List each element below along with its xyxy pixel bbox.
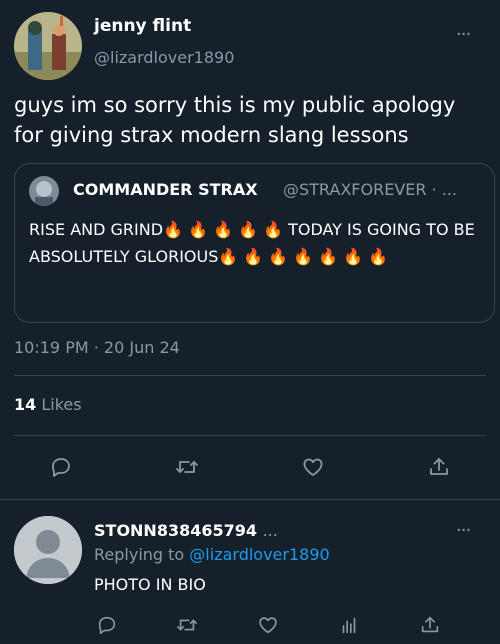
share-icon bbox=[421, 616, 439, 633]
author-name[interactable]: jenny flint bbox=[94, 16, 191, 36]
reply-share-button[interactable] bbox=[415, 610, 445, 640]
replying-to-label: Replying to bbox=[94, 545, 185, 564]
reply-reply-button[interactable] bbox=[92, 610, 122, 640]
retweet-button[interactable] bbox=[172, 452, 202, 482]
share-button[interactable] bbox=[424, 452, 454, 482]
quoted-tweet-card[interactable]: COMMANDER STRAX @STRAXFOREVER · ... RISE… bbox=[14, 163, 495, 323]
author-handle[interactable]: @lizardlover1890 bbox=[94, 48, 234, 67]
reply-author-ellipsis: ... bbox=[262, 521, 278, 540]
reply-author-name[interactable]: STONN838465794 ... bbox=[94, 521, 278, 540]
reply-button[interactable] bbox=[46, 452, 76, 482]
reply-text: PHOTO IN BIO bbox=[94, 575, 206, 594]
reply-author-name-text: STONN838465794 bbox=[94, 521, 258, 540]
likes-label: Likes bbox=[41, 395, 82, 414]
reply-icon bbox=[98, 616, 116, 635]
tweet-text: guys im so sorry this is my public apolo… bbox=[14, 93, 456, 147]
reply-avatar[interactable] bbox=[14, 516, 82, 584]
quoted-author-name: COMMANDER STRAX bbox=[73, 180, 258, 199]
quoted-tweet-text: RISE AND GRIND🔥 🔥 🔥 🔥 🔥 TODAY IS GOING T… bbox=[29, 220, 475, 266]
divider bbox=[14, 435, 486, 436]
analytics-icon bbox=[342, 617, 356, 634]
more-options-icon[interactable]: ··· bbox=[456, 24, 471, 45]
timestamp[interactable]: 10:19 PM · 20 Jun 24 bbox=[14, 338, 180, 357]
reply-like-button[interactable] bbox=[253, 610, 283, 640]
likes-count[interactable]: 14 Likes bbox=[14, 395, 82, 414]
quoted-avatar[interactable] bbox=[29, 176, 59, 206]
retweet-icon bbox=[177, 619, 197, 631]
retweet-icon bbox=[176, 461, 198, 473]
reply-retweet-button[interactable] bbox=[172, 610, 202, 640]
reply-more-options-icon[interactable]: ··· bbox=[456, 520, 471, 541]
reply-icon bbox=[52, 458, 70, 477]
divider bbox=[0, 499, 500, 500]
replying-to: Replying to @lizardlover1890 bbox=[94, 545, 330, 564]
divider bbox=[14, 375, 486, 376]
quoted-author-handle: @STRAXFOREVER · ... bbox=[283, 180, 458, 199]
replying-to-handle[interactable]: @lizardlover1890 bbox=[189, 545, 329, 564]
reply-analytics-button[interactable] bbox=[334, 610, 364, 640]
heart-icon bbox=[259, 617, 277, 634]
likes-number: 14 bbox=[14, 395, 37, 414]
heart-icon bbox=[303, 458, 323, 476]
share-icon bbox=[430, 458, 448, 475]
like-button[interactable] bbox=[298, 452, 328, 482]
avatar[interactable] bbox=[14, 12, 82, 80]
